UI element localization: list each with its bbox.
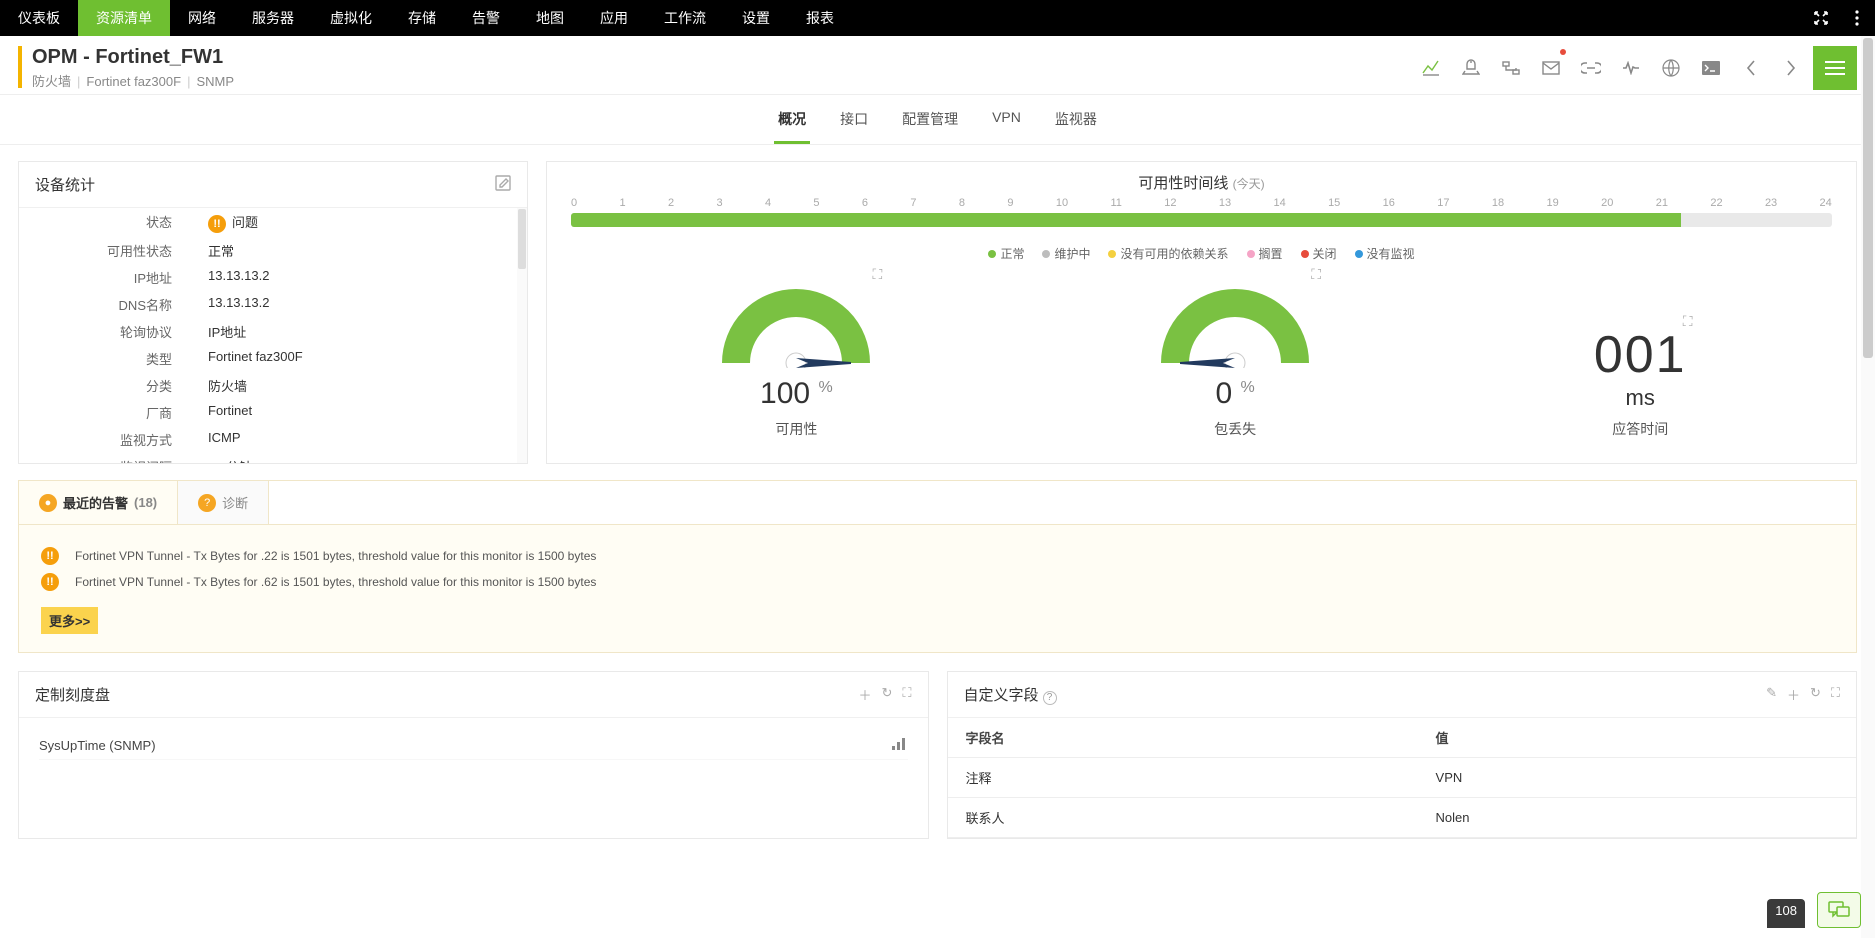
bars-icon <box>892 738 908 753</box>
custom-dial-panel: 定制刻度盘 ＋ ↻ ⛶ SysUpTime (SNMP) <box>18 671 929 839</box>
stat-row: 分类防火墙 <box>19 372 527 399</box>
page-header: OPM - Fortinet_FW1 防火墙|Fortinet faz300F|… <box>0 36 1875 95</box>
globe-icon[interactable] <box>1653 50 1689 86</box>
nav-网络[interactable]: 网络 <box>170 0 234 36</box>
tab-VPN[interactable]: VPN <box>988 109 1025 144</box>
stat-row: DNS名称13.13.13.2 <box>19 291 527 318</box>
custom-dial-title: 定制刻度盘 <box>35 684 110 705</box>
page-title: OPM - Fortinet_FW1 <box>32 46 234 69</box>
chat-icon[interactable] <box>1817 892 1861 928</box>
bell-icon: ● <box>39 494 57 512</box>
edit-icon[interactable] <box>495 175 511 194</box>
legend-item: 搁置 <box>1247 245 1283 262</box>
timeline-hours: 0123456789101112131415161718192021222324 <box>571 197 1832 209</box>
diag-icon: ? <box>198 494 216 512</box>
availability-title: 可用性时间线 (今天) <box>547 162 1856 197</box>
scrollbar[interactable] <box>517 208 527 463</box>
help-icon[interactable]: ? <box>1043 691 1057 705</box>
nav-存储[interactable]: 存储 <box>390 0 454 36</box>
tab-概况[interactable]: 概况 <box>774 109 810 144</box>
refresh-icon[interactable]: ↻ <box>881 685 892 704</box>
nav-仪表板[interactable]: 仪表板 <box>0 0 78 36</box>
table-row: 联系人Nolen <box>948 798 1857 838</box>
nav-虚拟化[interactable]: 虚拟化 <box>312 0 390 36</box>
link-icon[interactable] <box>1573 50 1609 86</box>
refresh-icon[interactable]: ↻ <box>1810 685 1821 704</box>
stat-row: 监视间隔30 分钟 <box>19 453 527 463</box>
device-stats-panel: 设备统计 状态!!问题可用性状态正常IP地址13.13.13.2DNS名称13.… <box>18 161 528 464</box>
tab-接口[interactable]: 接口 <box>836 109 872 144</box>
collapse-icon[interactable] <box>1803 0 1839 36</box>
nav-地图[interactable]: 地图 <box>518 0 582 36</box>
alert-line[interactable]: !!Fortinet VPN Tunnel - Tx Bytes for .22… <box>41 543 1834 569</box>
accent-bar <box>18 46 22 88</box>
nav-服务器[interactable]: 服务器 <box>234 0 312 36</box>
stat-row: IP地址13.13.13.2 <box>19 264 527 291</box>
tab-recent-alerts[interactable]: ● 最近的告警 (18) <box>19 481 178 524</box>
alerts-panel: ● 最近的告警 (18) ? 诊断 !!Fortinet VPN Tunnel … <box>18 480 1857 653</box>
device-stats-title: 设备统计 <box>35 174 95 195</box>
chart-icon[interactable] <box>1413 50 1449 86</box>
fullscreen-icon[interactable]: ⛶ <box>902 685 911 704</box>
add-icon[interactable]: ＋ <box>858 685 871 704</box>
dial-item[interactable]: SysUpTime (SNMP) <box>39 732 908 760</box>
page-scrollbar[interactable] <box>1861 36 1875 938</box>
stat-row: 状态!!问题 <box>19 208 527 237</box>
response-time: ⛶ 001 ms 应答时间 <box>1594 325 1687 439</box>
pulse-icon[interactable] <box>1613 50 1649 86</box>
more-button[interactable]: 更多>> <box>41 607 98 634</box>
nav-设置[interactable]: 设置 <box>724 0 788 36</box>
col-value: 值 <box>1418 718 1856 758</box>
mail-icon[interactable] <box>1533 50 1569 86</box>
table-row: 注释VPN <box>948 758 1857 798</box>
stat-row: 轮询协议IP地址 <box>19 318 527 345</box>
expand-icon[interactable]: ⛶ <box>873 266 883 283</box>
tab-监视器[interactable]: 监视器 <box>1051 109 1101 144</box>
stat-row: 厂商Fortinet <box>19 399 527 426</box>
tab-diagnosis[interactable]: ? 诊断 <box>178 481 269 524</box>
stat-row: 类型Fortinet faz300F <box>19 345 527 372</box>
header-actions <box>1413 46 1857 90</box>
nav-报表[interactable]: 报表 <box>788 0 852 36</box>
legend-item: 没有可用的依赖关系 <box>1108 245 1228 262</box>
prev-button[interactable] <box>1733 50 1769 86</box>
stat-row: 监视方式ICMP <box>19 426 527 453</box>
timeline-bar <box>571 213 1832 227</box>
sub-tabs: 概况接口配置管理 VPN 监视器 <box>0 95 1875 145</box>
fullscreen-icon[interactable]: ⛶ <box>1831 685 1840 704</box>
alarm-icon[interactable] <box>1453 50 1489 86</box>
stat-row: 可用性状态正常 <box>19 237 527 264</box>
terminal-icon[interactable] <box>1693 50 1729 86</box>
menu-toggle[interactable] <box>1813 46 1857 90</box>
legend-item: 维护中 <box>1042 245 1090 262</box>
gauge-packet-loss: ⛶ 0 % 包丢失 <box>1155 278 1315 439</box>
legend-item: 关闭 <box>1301 245 1337 262</box>
timeline-legend: 正常 维护中 没有可用的依赖关系 搁置 关闭 没有监视 <box>547 245 1856 262</box>
count-badge[interactable]: 108 <box>1767 899 1805 928</box>
edit-icon[interactable]: ✎ <box>1766 685 1777 704</box>
nav-告警[interactable]: 告警 <box>454 0 518 36</box>
alert-line[interactable]: !!Fortinet VPN Tunnel - Tx Bytes for .62… <box>41 569 1834 595</box>
gauge-availability: ⛶ 100 % 可用性 <box>716 278 876 439</box>
next-button[interactable] <box>1773 50 1809 86</box>
expand-icon[interactable]: ⛶ <box>1311 266 1321 283</box>
col-name: 字段名 <box>948 718 1418 758</box>
expand-icon[interactable]: ⛶ <box>1683 313 1693 330</box>
availability-panel: 可用性时间线 (今天) 0123456789101112131415161718… <box>546 161 1857 464</box>
nav-工作流[interactable]: 工作流 <box>646 0 724 36</box>
top-nav: 仪表板资源清单网络服务器虚拟化存储告警地图应用工作流设置报表 <box>0 0 1875 36</box>
custom-fields-panel: 自定义字段? ✎ ＋ ↻ ⛶ 字段名 值 注释VPN联系人Nolen <box>947 671 1858 839</box>
network-icon[interactable] <box>1493 50 1529 86</box>
legend-item: 正常 <box>988 245 1024 262</box>
add-icon[interactable]: ＋ <box>1787 685 1800 704</box>
tab-配置管理[interactable]: 配置管理 <box>898 109 962 144</box>
kebab-menu-icon[interactable] <box>1839 0 1875 36</box>
nav-应用[interactable]: 应用 <box>582 0 646 36</box>
custom-fields-title: 自定义字段? <box>964 684 1057 705</box>
nav-资源清单[interactable]: 资源清单 <box>78 0 170 36</box>
breadcrumb: 防火墙|Fortinet faz300F|SNMP <box>32 71 234 90</box>
legend-item: 没有监视 <box>1355 245 1415 262</box>
